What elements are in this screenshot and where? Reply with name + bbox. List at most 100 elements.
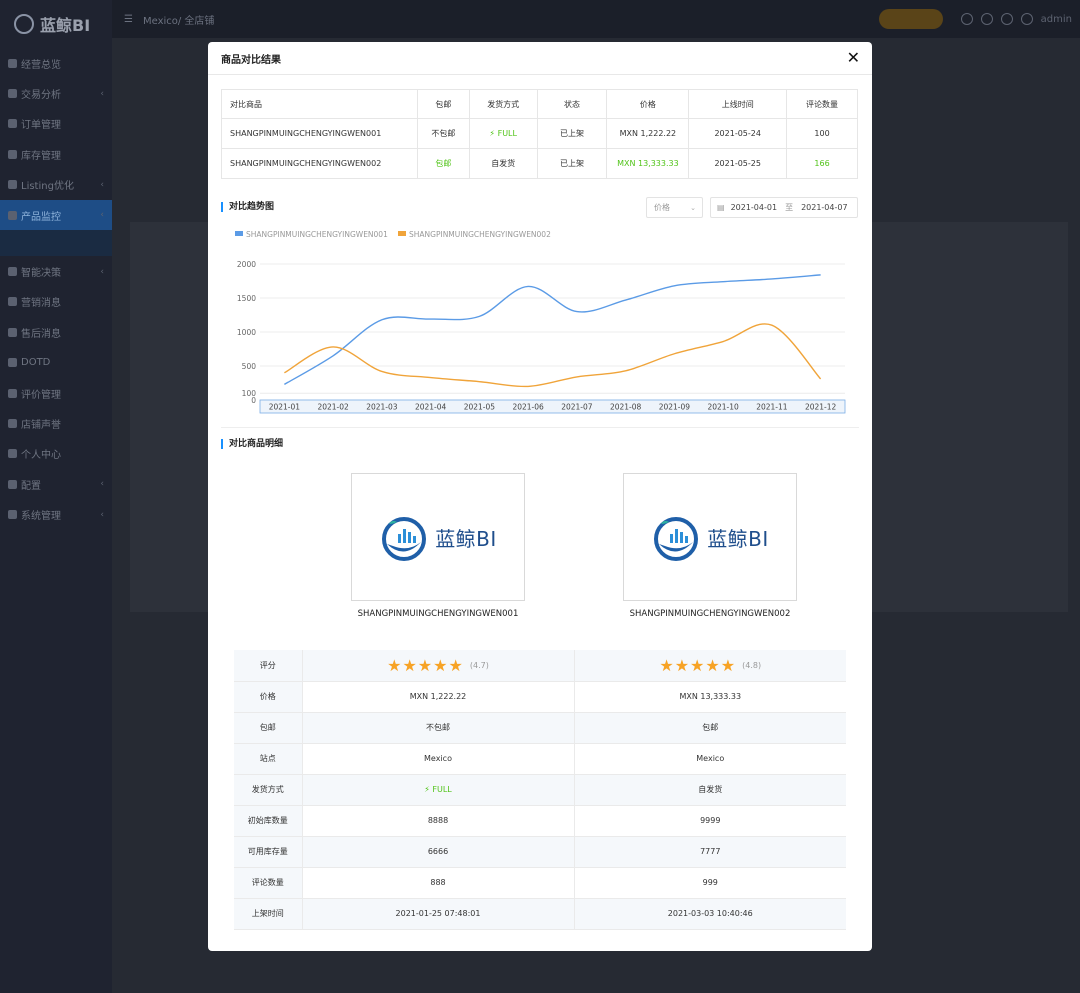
detail-row: 包邮 不包邮 包邮 — [234, 712, 846, 744]
detail-label: 评论数量 — [234, 867, 303, 899]
cell-ship: ⚡ FULL — [468, 118, 538, 149]
table-row: SHANGPINMUINGCHENGYINGWEN001 不包邮 ⚡ FULL 已上架… — [221, 118, 858, 149]
lightning-icon: ⚡ — [489, 129, 498, 138]
cell-date: 2021-05-25 — [688, 148, 788, 179]
detail-value: 不包邮 — [302, 712, 575, 744]
detail-value: 8888 — [302, 805, 575, 837]
x-tick-label: 2021-07 — [561, 403, 593, 412]
column-header: 包邮 — [416, 89, 470, 119]
detail-value-text: 包邮 — [702, 723, 719, 732]
detail-label: 上架时间 — [234, 898, 303, 930]
chevron-down-icon: ⌄ — [690, 203, 696, 212]
detail-value: ★★★★★ (4.8) — [574, 650, 846, 682]
cell-date-text: 2021-05-25 — [714, 159, 761, 168]
cell-free: 不包邮 — [416, 118, 470, 149]
legend-swatch — [235, 231, 243, 236]
detail-value: 999 — [574, 867, 846, 899]
detail-row: 价格 MXN 1,222.22 MXN 13,333.33 — [234, 681, 846, 713]
legend-label: SHANGPINMUINGCHENGYINGWEN001 — [246, 230, 388, 239]
compare-table: 对比商品 包邮 发货方式 状态 价格 上线时间 评论数量 SHANGPINMUINGCHEN… — [221, 89, 858, 179]
metric-select[interactable]: 价格 ⌄ — [646, 197, 703, 218]
detail-value-text: Mexico — [424, 754, 452, 763]
cell-status: 已上架 — [536, 118, 608, 149]
product-image-2: 蓝鲸BI — [623, 473, 797, 601]
detail-row: 可用库存量 6666 7777 — [234, 836, 846, 868]
series-line — [284, 323, 822, 388]
column-header: 状态 — [536, 89, 608, 119]
detail-label: 初始库数量 — [234, 805, 303, 837]
x-tick-label: 2021-12 — [805, 403, 837, 412]
detail-label: 发货方式 — [234, 774, 303, 806]
detail-value: 2021-03-03 10:40:46 — [574, 898, 846, 930]
cell-ship-text: 自发货 — [491, 159, 516, 168]
modal-title: 商品对比结果 — [221, 54, 281, 66]
detail-label: 价格 — [234, 681, 303, 713]
detail-value: 包邮 — [574, 712, 846, 744]
product-logo-text-1: 蓝鲸BI — [435, 526, 497, 551]
modal-header: 商品对比结果 ✕ — [208, 42, 872, 75]
detail-value: 自发货 — [574, 774, 846, 806]
detail-value: 9999 — [574, 805, 846, 837]
cell-name-text: SHANGPINMUINGCHENGYINGWEN002 — [230, 159, 382, 168]
column-header: 发货方式 — [468, 89, 538, 119]
legend-swatch — [398, 231, 406, 236]
detail-value-text: 2021-01-25 07:48:01 — [395, 909, 481, 918]
detail-label: 站点 — [234, 743, 303, 775]
product-logo-text-2: 蓝鲸BI — [707, 526, 769, 551]
detail-value-text: 8888 — [427, 816, 449, 825]
detail-value-text: MXN 13,333.33 — [679, 692, 742, 701]
detail-label: 包邮 — [234, 712, 303, 744]
column-header: 评论数量 — [786, 89, 858, 119]
date-range-picker[interactable]: ▤ 2021-04-01 至 2021-04-07 — [710, 197, 858, 218]
detail-label: 可用库存量 — [234, 836, 303, 868]
cell-date: 2021-05-24 — [688, 118, 788, 149]
detail-value-text: MXN 1,222.22 — [409, 692, 467, 701]
detail-value: 7777 — [574, 836, 846, 868]
cell-price-text: MXN 13,333.33 — [617, 159, 679, 168]
column-header: 对比商品 — [221, 89, 418, 119]
date-to: 2021-04-07 — [801, 203, 848, 212]
x-tick-label: 2021-05 — [464, 403, 496, 412]
x-tick-label: 2021-09 — [659, 403, 691, 412]
y-tick-label: 1000 — [237, 328, 256, 337]
detail-value: 888 — [302, 867, 575, 899]
x-tick-label: 2021-08 — [610, 403, 642, 412]
detail-value: 2021-01-25 07:48:01 — [302, 898, 575, 930]
detail-label: 评分 — [234, 650, 303, 682]
y-tick-label: 2000 — [237, 260, 256, 269]
column-header: 价格 — [606, 89, 690, 119]
calendar-icon: ▤ — [717, 203, 725, 212]
cell-status-text: 已上架 — [560, 159, 585, 168]
metric-select-value: 价格 — [654, 203, 670, 212]
detail-value-text: (4.7) — [469, 660, 489, 670]
whale-logo-icon — [382, 517, 427, 561]
close-icon[interactable]: ✕ — [847, 49, 860, 67]
modal-overlay[interactable]: 商品对比结果 ✕ 对比商品 包邮 发货方式 状态 价格 上线时间 评论数量 SHANGPIN… — [0, 0, 1080, 993]
table-row: SHANGPINMUINGCHENGYINGWEN002 包邮 自发货 已上架 MXN … — [221, 148, 858, 179]
detail-row: 评分 ★★★★★ (4.7) ★★★★★ (4.8) — [234, 650, 846, 682]
cell-reviews: 166 — [786, 148, 858, 179]
x-tick-label: 2021-01 — [269, 403, 301, 412]
detail-value-text: 7777 — [700, 847, 721, 856]
detail-value-text: 9999 — [700, 816, 721, 825]
y-tick-label: 500 — [242, 362, 257, 371]
detail-row: 发货方式 ⚡ FULL 自发货 — [234, 774, 846, 806]
detail-value-text: 6666 — [427, 847, 449, 856]
detail-value-text: 2021-03-03 10:40:46 — [667, 909, 753, 918]
detail-value: ⚡ FULL — [302, 774, 575, 806]
detail-value: 6666 — [302, 836, 575, 868]
detail-value: ★★★★★ (4.7) — [302, 650, 575, 682]
cell-price: MXN 1,222.22 — [606, 118, 690, 149]
cell-name: SHANGPINMUINGCHENGYINGWEN002 — [221, 148, 418, 179]
cell-name: SHANGPINMUINGCHENGYINGWEN001 — [221, 118, 418, 149]
star-rating-icon: ★★★★★ — [659, 655, 743, 675]
y-tick-label: 1500 — [237, 294, 256, 303]
detail-value: Mexico — [302, 743, 575, 775]
series-line — [284, 274, 821, 385]
cell-date-text: 2021-05-24 — [714, 129, 761, 138]
x-tick-label: 2021-03 — [366, 403, 398, 412]
cell-free-text: 不包邮 — [431, 129, 456, 138]
detail-value-text: FULL — [432, 785, 452, 794]
x-tick-label: 2021-11 — [756, 403, 788, 412]
x-tick-label: 2021-06 — [512, 403, 544, 412]
